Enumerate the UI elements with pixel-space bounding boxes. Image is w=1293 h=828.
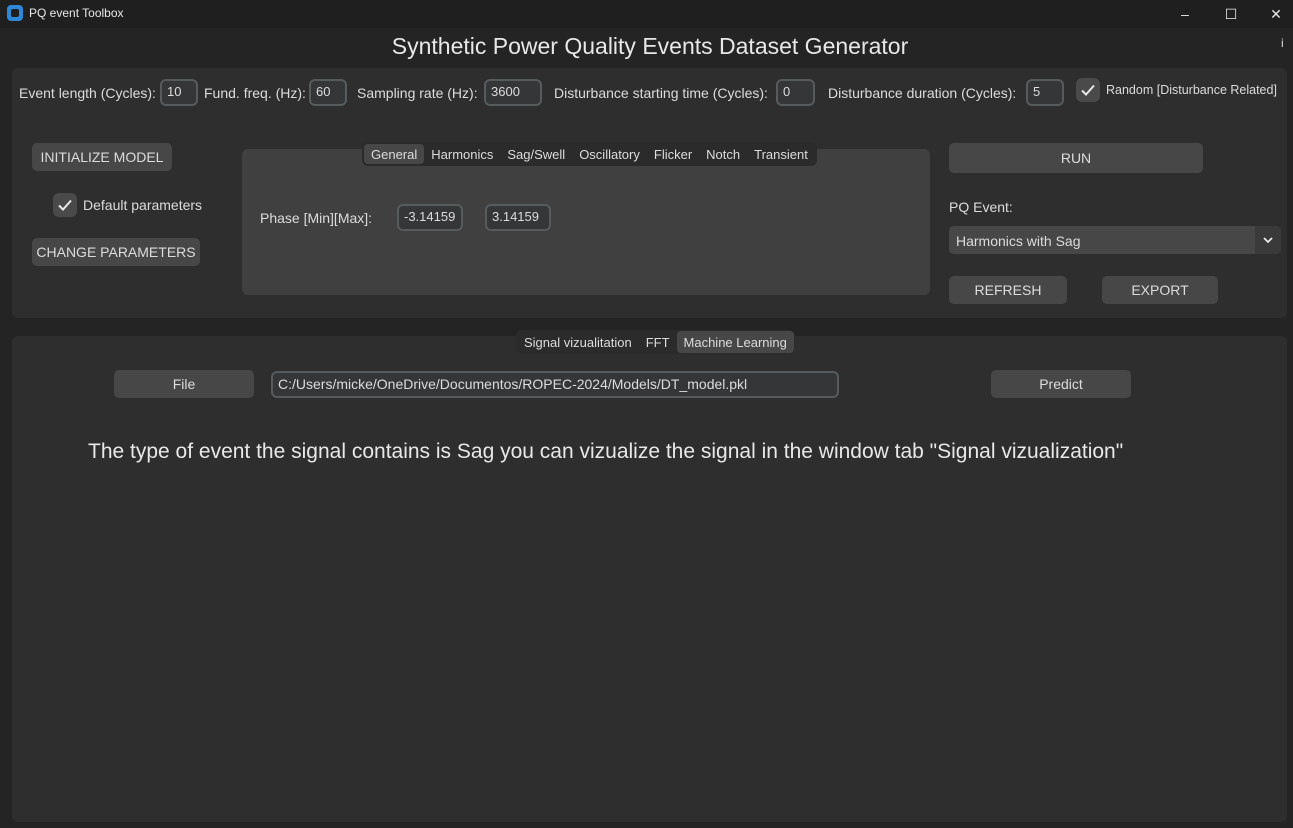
event-length-label: Event length (Cycles): [19,85,156,101]
chevron-down-icon[interactable] [1255,226,1281,254]
fund-freq-input[interactable]: 60 [309,79,347,106]
checkmark-icon [1081,84,1095,96]
close-button[interactable]: ✕ [1253,0,1293,28]
pq-event-label: PQ Event: [949,199,1013,215]
tab-flicker[interactable]: Flicker [647,144,699,164]
refresh-button[interactable]: REFRESH [949,276,1067,304]
tab-general[interactable]: General [364,144,425,164]
page-title: Synthetic Power Quality Events Dataset G… [391,33,909,59]
default-parameters-label: Default parameters [83,197,203,213]
tab-oscillatory[interactable]: Oscillatory [572,144,647,164]
event-length-input[interactable]: 10 [160,79,198,106]
tab-notch[interactable]: Notch [699,144,747,164]
tab-signal-vizualitation[interactable]: Signal vizualitation [517,331,639,353]
predict-button[interactable]: Predict [991,370,1131,398]
random-checkbox[interactable] [1076,78,1100,102]
tab-sag-swell[interactable]: Sag/Swell [500,144,572,164]
random-label: Random [Disturbance Related] [1106,83,1277,97]
export-button[interactable]: EXPORT [1102,276,1218,304]
phase-max-input[interactable]: 3.14159 [485,204,551,231]
tab-harmonics[interactable]: Harmonics [424,144,500,164]
phase-min-input[interactable]: -3.14159 [397,204,463,231]
info-icon[interactable]: i [1281,36,1284,50]
run-button[interactable]: RUN [949,143,1203,173]
model-path-input[interactable]: C:/Users/micke/OneDrive/Documentos/ROPEC… [271,371,839,398]
minimize-button[interactable]: – [1162,0,1208,28]
tab-machine-learning[interactable]: Machine Learning [676,331,794,353]
checkmark-icon [58,199,72,211]
sampling-rate-label: Sampling rate (Hz): [357,85,478,101]
output-tab-bar: Signal vizualitation FFT Machine Learnin… [516,330,795,354]
default-parameters-checkbox[interactable] [53,193,77,217]
phase-label: Phase [Min][Max]: [260,210,373,226]
disturbance-start-label: Disturbance starting time (Cycles): [554,85,768,101]
change-parameters-button[interactable]: CHANGE PARAMETERS [32,238,200,266]
fund-freq-label: Fund. freq. (Hz): [204,85,306,101]
disturbance-start-input[interactable]: 0 [776,79,815,106]
disturbance-duration-label: Disturbance duration (Cycles): [828,85,1017,101]
prediction-result: The type of event the signal contains is… [88,440,1124,463]
initialize-model-button[interactable]: INITIALIZE MODEL [32,143,172,171]
app-icon [7,5,23,21]
tab-transient[interactable]: Transient [747,144,815,164]
window-title: PQ event Toolbox [29,6,124,20]
disturbance-duration-input[interactable]: 5 [1026,79,1064,106]
sampling-rate-input[interactable]: 3600 [484,79,542,106]
pq-event-value: Harmonics with Sag [956,233,1081,249]
window-titlebar [0,0,1293,28]
parameter-tab-bar: General Harmonics Sag/Swell Oscillatory … [362,142,817,166]
output-tabview [12,336,1287,822]
maximize-button[interactable]: ☐ [1208,0,1254,28]
tab-fft[interactable]: FFT [639,331,677,353]
file-button[interactable]: File [114,370,254,398]
